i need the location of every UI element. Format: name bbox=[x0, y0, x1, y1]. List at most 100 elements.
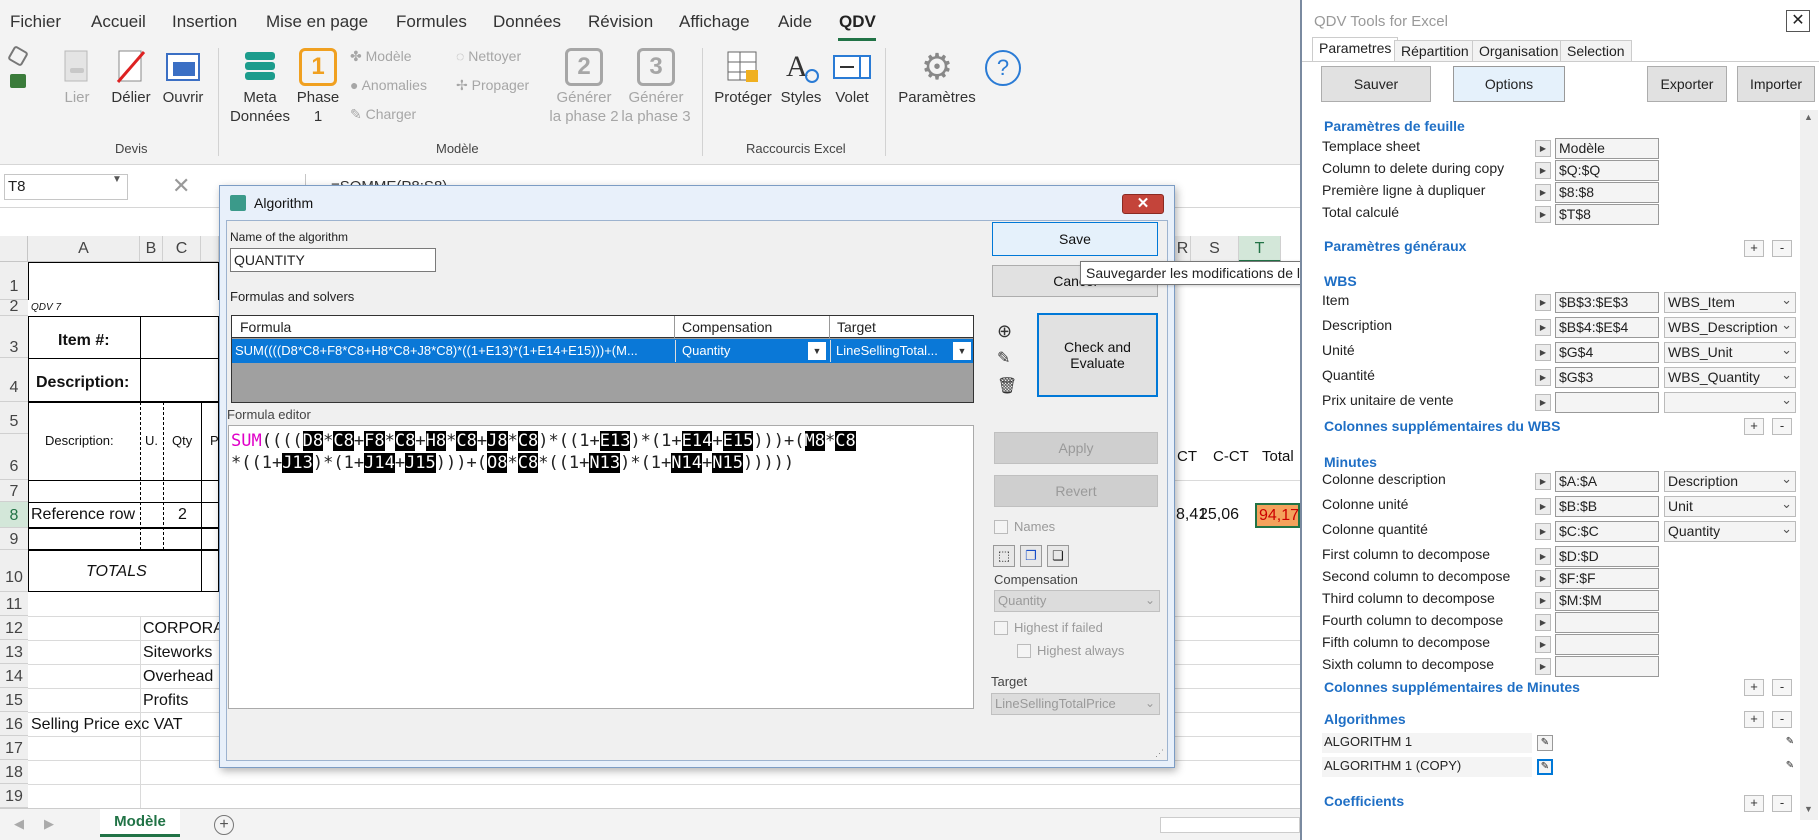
cell-s8[interactable]: 25,06 bbox=[1193, 506, 1239, 524]
robot-icon[interactable] bbox=[10, 74, 26, 88]
compensation-select[interactable]: Quantity ⌄ bbox=[994, 590, 1160, 612]
value-cqty[interactable]: $C:$C bbox=[1555, 521, 1659, 542]
tab-parametres[interactable]: Parametres bbox=[1312, 37, 1399, 62]
row-header[interactable]: 11 bbox=[0, 592, 28, 616]
row-header[interactable]: 3 bbox=[0, 316, 28, 358]
cell-qty-header[interactable]: Qty bbox=[172, 433, 192, 448]
row-header[interactable]: 7 bbox=[0, 480, 28, 502]
sheet-tab-modele[interactable]: Modèle bbox=[100, 809, 180, 837]
propager-button[interactable]: ✢ Propager bbox=[456, 77, 529, 94]
add-icon[interactable]: + bbox=[1744, 418, 1764, 435]
close-icon[interactable]: ✕ bbox=[1786, 10, 1810, 32]
revert-button[interactable]: Revert bbox=[994, 475, 1158, 507]
value-sixth[interactable] bbox=[1555, 656, 1659, 677]
row-header[interactable]: 16 bbox=[0, 712, 28, 736]
cell-ct-header[interactable]: CT bbox=[1177, 448, 1197, 465]
tab-repartition[interactable]: Répartition bbox=[1394, 40, 1476, 62]
add-icon[interactable]: + bbox=[1744, 679, 1764, 696]
cell-ref-qty[interactable]: 2 bbox=[178, 506, 187, 524]
cell-desc-header[interactable]: Description: bbox=[45, 433, 114, 448]
tab-aide[interactable]: Aide bbox=[778, 12, 812, 32]
expand-arrow[interactable]: ▶ bbox=[1535, 548, 1551, 565]
options-button[interactable]: Options bbox=[1453, 66, 1565, 102]
names-checkbox[interactable] bbox=[994, 520, 1008, 534]
styles-button[interactable]: A Styles bbox=[778, 48, 824, 107]
select-item[interactable]: WBS_Item bbox=[1664, 292, 1796, 313]
expand-arrow[interactable]: ▶ bbox=[1535, 498, 1551, 515]
expand-arrow[interactable]: ▶ bbox=[1535, 140, 1551, 157]
volet-button[interactable]: Volet bbox=[828, 48, 876, 107]
horizontal-scrollbar[interactable] bbox=[1160, 817, 1300, 833]
generer-phase-3-button[interactable]: 3 Générer la phase 3 bbox=[620, 48, 692, 126]
add-sheet-icon[interactable]: + bbox=[214, 815, 234, 835]
importer-button[interactable]: Importer bbox=[1737, 66, 1815, 102]
row-header[interactable]: 6 bbox=[0, 434, 28, 480]
select-cunite[interactable]: Unit bbox=[1664, 496, 1796, 517]
row-header[interactable]: 2 bbox=[0, 299, 28, 316]
row-target-select[interactable]: LineSellingTotal... ▼ bbox=[830, 340, 973, 362]
tab-fichier[interactable]: Fichier bbox=[10, 12, 61, 32]
value-fifth[interactable] bbox=[1555, 634, 1659, 655]
value-second[interactable]: $F:$F bbox=[1555, 568, 1659, 589]
anomalies-button[interactable]: ● Anomalies bbox=[350, 77, 427, 93]
select-quantite[interactable]: WBS_Quantity bbox=[1664, 367, 1796, 388]
tab-affichage[interactable]: Affichage bbox=[679, 12, 750, 32]
save-button[interactable]: Save bbox=[992, 222, 1158, 256]
column-header[interactable] bbox=[201, 236, 219, 262]
cell-cct-header[interactable]: C-CT bbox=[1213, 448, 1249, 465]
expand-arrow[interactable]: ▶ bbox=[1535, 636, 1551, 653]
row-formula[interactable]: SUM((((D8*C8+F8*C8+H8*C8+J8*C8)*((1+E13)… bbox=[235, 343, 671, 358]
chevron-down-icon[interactable]: ▼ bbox=[953, 342, 971, 360]
paste-icon[interactable]: ❏ bbox=[1047, 545, 1069, 567]
cell-unit-header[interactable]: U. bbox=[145, 433, 158, 448]
select-prix[interactable] bbox=[1664, 392, 1796, 413]
value-unite[interactable]: $G$4 bbox=[1555, 342, 1659, 363]
algorithm-item[interactable]: ALGORITHM 1 (COPY) bbox=[1322, 757, 1532, 777]
row-compensation-select[interactable]: Quantity ▼ bbox=[675, 340, 828, 362]
cell-p-header[interactable]: P bbox=[210, 433, 219, 448]
algorithm-item[interactable]: ALGORITHM 1 bbox=[1322, 733, 1532, 753]
target-select[interactable]: LineSellingTotalPrice ⌄ bbox=[991, 693, 1160, 715]
row-header[interactable]: 5 bbox=[0, 402, 28, 434]
value-total[interactable]: $T$8 bbox=[1555, 204, 1659, 225]
modele-button[interactable]: ✤ Modèle bbox=[350, 48, 412, 65]
expand-arrow[interactable]: ▶ bbox=[1535, 206, 1551, 223]
edit-algorithm-icon[interactable]: ✎ bbox=[1537, 735, 1553, 751]
row-header[interactable]: 1 bbox=[0, 262, 28, 300]
value-item[interactable]: $B$3:$E$3 bbox=[1555, 292, 1659, 313]
column-header[interactable]: B bbox=[140, 236, 163, 262]
value-coldel[interactable]: $Q:$Q bbox=[1555, 160, 1659, 181]
edit-algorithm-icon[interactable]: ✎ bbox=[1537, 759, 1553, 775]
cell-description-label[interactable]: Description: bbox=[36, 374, 129, 392]
expand-arrow[interactable]: ▶ bbox=[1535, 614, 1551, 631]
prev-sheet-icon[interactable]: ◀ bbox=[14, 816, 24, 832]
value-first[interactable]: $D:$D bbox=[1555, 546, 1659, 567]
cell-siteworks[interactable]: Siteworks bbox=[143, 644, 212, 662]
algorithm-name-input[interactable]: QUANTITY bbox=[230, 248, 436, 272]
tab-mise-en-page[interactable]: Mise en page bbox=[266, 12, 368, 32]
table-row[interactable]: SUM((((D8*C8+F8*C8+H8*C8+J8*C8)*((1+E13)… bbox=[232, 339, 973, 363]
add-icon[interactable]: + bbox=[1744, 240, 1764, 257]
chevron-down-icon[interactable]: ▼ bbox=[112, 174, 122, 185]
cancel-formula-icon[interactable]: ✕ bbox=[172, 173, 190, 199]
highest-always-checkbox[interactable] bbox=[1017, 644, 1031, 658]
expand-arrow[interactable]: ▶ bbox=[1535, 592, 1551, 609]
tab-insertion[interactable]: Insertion bbox=[172, 12, 237, 32]
expand-arrow[interactable]: ▶ bbox=[1535, 184, 1551, 201]
expand-arrow[interactable]: ▶ bbox=[1535, 319, 1551, 336]
cell-item-label[interactable]: Item #: bbox=[58, 332, 110, 350]
tab-accueil[interactable]: Accueil bbox=[91, 12, 146, 32]
cell-profits[interactable]: Profits bbox=[143, 692, 188, 710]
value-third[interactable]: $M:$M bbox=[1555, 590, 1659, 611]
phase-1-button[interactable]: 1 Phase 1 bbox=[295, 48, 341, 126]
row-header[interactable]: 13 bbox=[0, 640, 28, 664]
expand-arrow[interactable]: ▶ bbox=[1535, 473, 1551, 490]
expand-arrow[interactable]: ▶ bbox=[1535, 570, 1551, 587]
add-formula-icon[interactable]: ⊕ bbox=[997, 321, 1012, 342]
select-all-corner[interactable] bbox=[0, 236, 28, 262]
resize-grip-icon[interactable]: ⋰ bbox=[1155, 748, 1164, 759]
cell-totals[interactable]: TOTALS bbox=[86, 563, 147, 581]
delete-formula-icon[interactable]: 🗑 bbox=[997, 376, 1017, 396]
sauver-button[interactable]: Sauver bbox=[1321, 66, 1431, 102]
expand-arrow[interactable]: ▶ bbox=[1535, 162, 1551, 179]
